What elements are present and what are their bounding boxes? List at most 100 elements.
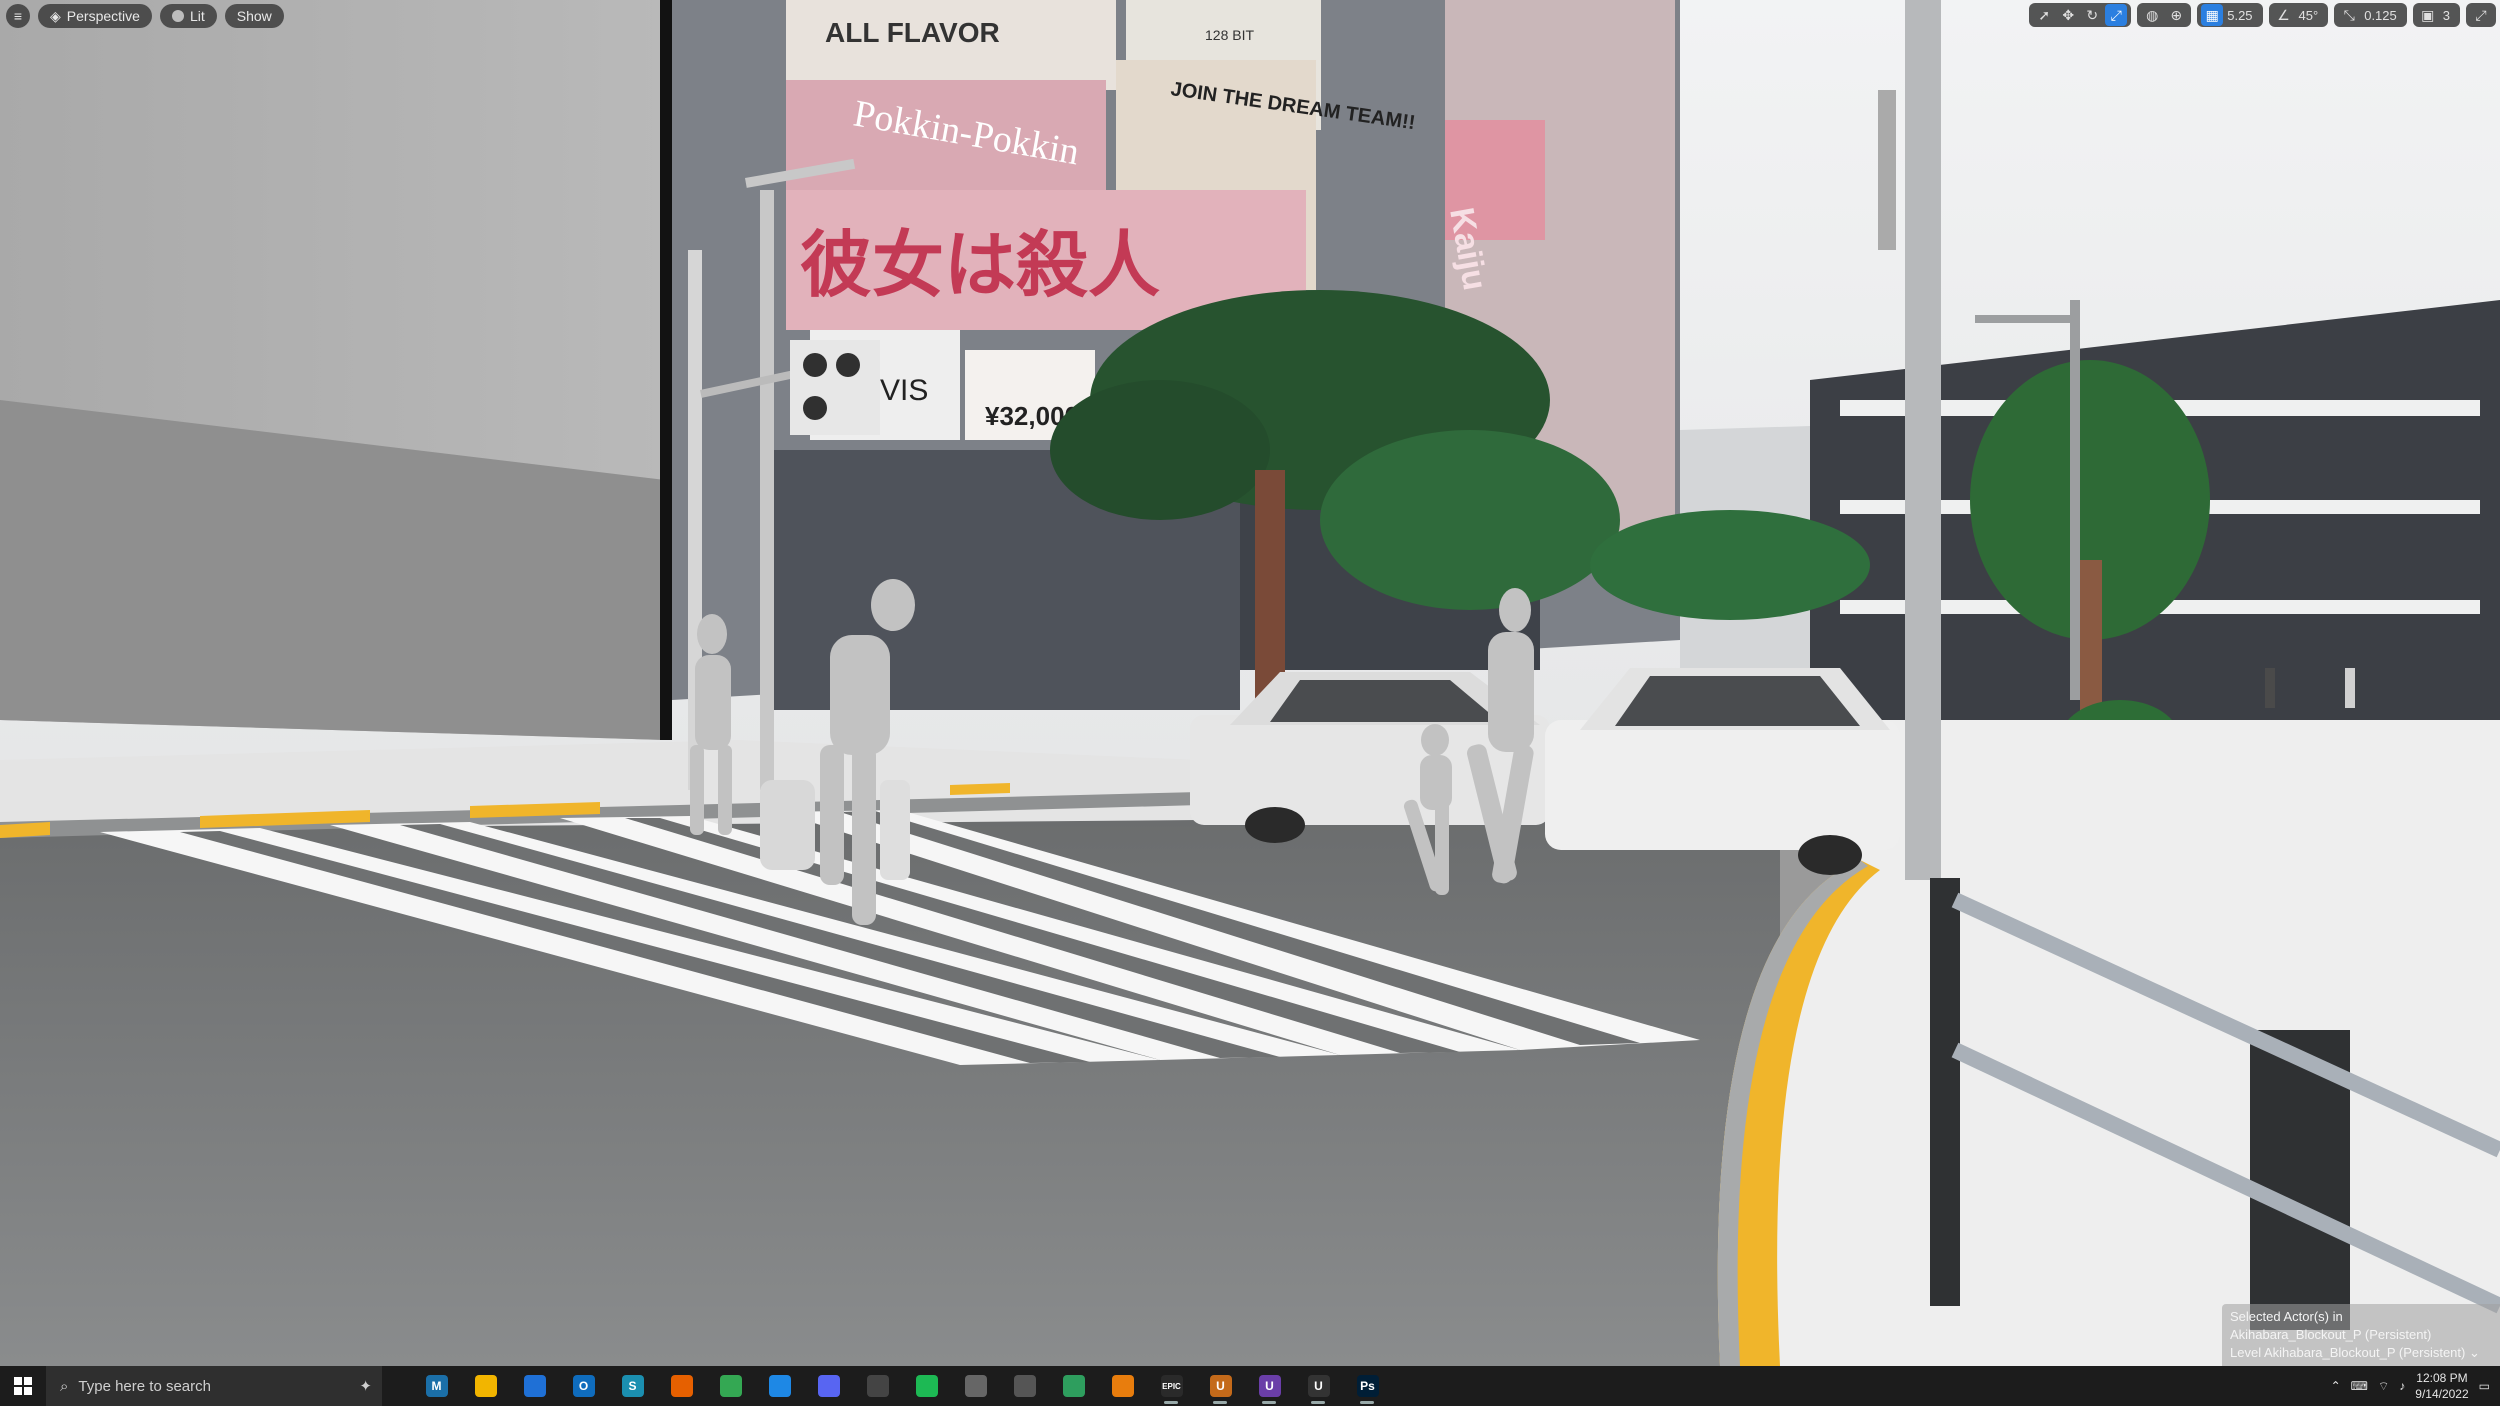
- search-highlight-icon: ✦: [359, 1378, 372, 1395]
- blender-icon: [1111, 1375, 1134, 1397]
- taskbar-app-unreal-1[interactable]: U: [1196, 1366, 1245, 1406]
- level-row[interactable]: Level Akihabara_Blockout_P (Persistent) …: [2230, 1344, 2492, 1362]
- taskbar-clock[interactable]: 12:08 PM 9/14/2022: [2415, 1370, 2468, 1402]
- taskbar-app-epic-games[interactable]: EPIC: [1147, 1366, 1196, 1406]
- select-mode-button[interactable]: ➚: [2033, 4, 2055, 26]
- grid-snap-value[interactable]: 5.25: [2225, 8, 2258, 23]
- davinci-icon: [866, 1375, 889, 1397]
- viewport-options-bar: ≡ ◈ Perspective Lit Show: [6, 4, 284, 28]
- lit-label: Lit: [189, 8, 205, 24]
- rotate-icon: ↻: [2086, 6, 2099, 23]
- taskbar-app-tracker[interactable]: [1049, 1366, 1098, 1406]
- unreal-1-icon: U: [1209, 1375, 1232, 1397]
- taskbar-app-photos[interactable]: [755, 1366, 804, 1406]
- clock-time: 12:08 PM: [2416, 1371, 2468, 1385]
- viewport-menu-button[interactable]: ≡: [6, 4, 30, 28]
- browser-icon: [1013, 1375, 1036, 1397]
- taskbar-app-defender[interactable]: [510, 1366, 559, 1406]
- view-mode-button[interactable]: Lit: [159, 4, 217, 28]
- surface-snap-button[interactable]: ⊕: [2165, 4, 2187, 26]
- billboard-bit-text: 128 BIT: [1205, 27, 1254, 43]
- world-local-toggle[interactable]: ◍: [2141, 4, 2163, 26]
- spotify-icon: [915, 1375, 938, 1397]
- grid-snap-toggle[interactable]: ▦: [2201, 4, 2224, 26]
- notification-icon[interactable]: ▭: [2479, 1379, 2490, 1393]
- camera-icon: ▣: [2421, 6, 2435, 23]
- taskbar-app-davinci[interactable]: [853, 1366, 902, 1406]
- scale-snap-value[interactable]: 0.125: [2362, 8, 2403, 23]
- taskbar-app-unreal-3[interactable]: U: [1294, 1366, 1343, 1406]
- wifi-icon[interactable]: ⌔: [2378, 1379, 2389, 1394]
- scale-snap-toggle[interactable]: ⤡: [2338, 4, 2360, 26]
- cursor-icon: ➚: [2038, 6, 2051, 23]
- photos-icon: [768, 1375, 791, 1397]
- perspective-button[interactable]: ◈ Perspective: [38, 4, 152, 28]
- defender-icon: [523, 1375, 546, 1397]
- scale-mode-button[interactable]: ⤢: [2105, 4, 2128, 26]
- maximize-viewport-button[interactable]: ⤢: [2470, 4, 2492, 26]
- scale-icon: ⤢: [2110, 6, 2122, 23]
- level-viewport[interactable]: ALL FLAVOR 128 BIT JOIN THE DREAM TEAM!!…: [0, 0, 2500, 1366]
- maximize-group: ⤢: [2466, 3, 2496, 27]
- taskbar-app-maya[interactable]: M: [412, 1366, 461, 1406]
- angle-icon: ∠: [2277, 6, 2290, 23]
- taskbar-app-spotify[interactable]: [902, 1366, 951, 1406]
- scene-render[interactable]: ALL FLAVOR 128 BIT JOIN THE DREAM TEAM!!…: [0, 0, 2500, 1366]
- pinned-apps: M O S EPIC U U U Ps: [412, 1366, 1392, 1406]
- camera-speed-value[interactable]: 3: [2441, 8, 2456, 23]
- taskbar-app-browser[interactable]: [1000, 1366, 1049, 1406]
- move-icon: ✥: [2062, 6, 2075, 23]
- camera-speed-group: ▣ 3: [2412, 3, 2460, 27]
- rotation-snap-value[interactable]: 45°: [2297, 8, 2325, 23]
- taskbar-app-file-explorer[interactable]: [461, 1366, 510, 1406]
- taskbar-app-outlook[interactable]: O: [559, 1366, 608, 1406]
- perspective-label: Perspective: [66, 8, 140, 24]
- chevron-up-icon[interactable]: ⌃: [2331, 1379, 2341, 1393]
- taskbar-app-photoshop[interactable]: Ps: [1343, 1366, 1392, 1406]
- start-button[interactable]: [0, 1366, 46, 1406]
- epic-games-icon: EPIC: [1160, 1375, 1183, 1397]
- discord-icon: [817, 1375, 840, 1397]
- taskbar-app-blender[interactable]: [1098, 1366, 1147, 1406]
- taskbar-app-substance[interactable]: S: [608, 1366, 657, 1406]
- network-icon[interactable]: ⌨: [2351, 1379, 2368, 1393]
- outlook-icon: O: [572, 1375, 595, 1397]
- translate-mode-button[interactable]: ✥: [2057, 4, 2079, 26]
- utility-pole: [1905, 0, 1941, 880]
- taskbar-app-steam[interactable]: [951, 1366, 1000, 1406]
- show-label: Show: [236, 8, 272, 24]
- chevron-down-icon: ⌄: [2468, 1345, 2480, 1360]
- steam-icon: [964, 1375, 987, 1397]
- rotation-snap-toggle[interactable]: ∠: [2273, 4, 2295, 26]
- globe-icon: ◍: [2146, 6, 2159, 23]
- grid-icon: ▦: [2205, 6, 2219, 23]
- chrome-icon: [719, 1375, 742, 1397]
- search-placeholder: Type here to search: [78, 1377, 211, 1395]
- maya-icon: M: [425, 1375, 448, 1397]
- clock-date: 9/14/2022: [2415, 1387, 2469, 1401]
- billboard-flavor-text: ALL FLAVOR: [825, 17, 1000, 48]
- coordinate-tools: ◍ ⊕: [2137, 3, 2192, 27]
- unreal-3-icon: U: [1307, 1375, 1330, 1397]
- windows-logo-icon: [14, 1377, 32, 1395]
- scale-snap-icon: ⤡: [2343, 6, 2355, 23]
- show-button[interactable]: Show: [224, 4, 284, 28]
- taskbar-app-firefox[interactable]: [657, 1366, 706, 1406]
- firefox-icon: [670, 1375, 693, 1397]
- taskbar-app-unreal-2[interactable]: U: [1245, 1366, 1294, 1406]
- maximize-icon: ⤢: [2475, 6, 2487, 23]
- taskbar-search-box[interactable]: ⌕ Type here to search ✦: [46, 1366, 382, 1406]
- unreal-2-icon: U: [1258, 1375, 1281, 1397]
- transform-tools: ➚ ✥ ↻ ⤢: [2029, 3, 2132, 27]
- taskbar-app-discord[interactable]: [804, 1366, 853, 1406]
- viewport-transform-toolbar: ➚ ✥ ↻ ⤢ ◍ ⊕ ▦ 5.25 ∠ 45° ⤡ 0.125 ▣ 3 ⤢: [2029, 3, 2496, 27]
- file-explorer-icon: [474, 1375, 497, 1397]
- taskbar-app-chrome[interactable]: [706, 1366, 755, 1406]
- system-tray: ⌃ ⌨ ⌔ ♪ 12:08 PM 9/14/2022 ▭: [2331, 1366, 2500, 1406]
- photoshop-icon: Ps: [1356, 1375, 1379, 1397]
- rotate-mode-button[interactable]: ↻: [2081, 4, 2103, 26]
- windows-taskbar: ⌕ Type here to search ✦ M O S EPIC U U U Ps ⌃ ⌨…: [0, 1366, 2500, 1406]
- camera-speed-button[interactable]: ▣: [2417, 4, 2439, 26]
- substance-icon: S: [621, 1375, 644, 1397]
- volume-icon[interactable]: ♪: [2399, 1379, 2405, 1393]
